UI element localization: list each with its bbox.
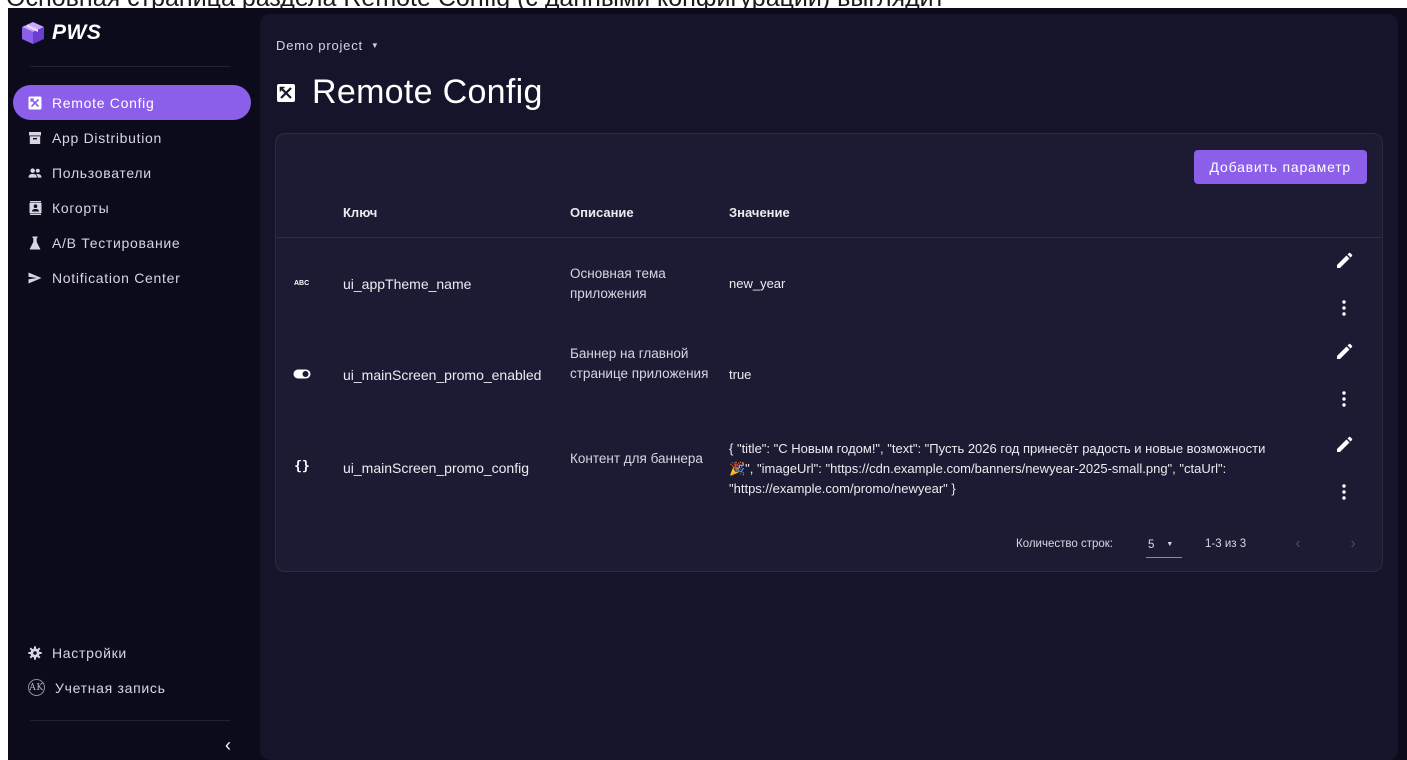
parameter-value: { "title": "С Новым годом!", "text": "Пу… — [729, 441, 1266, 496]
parameter-value: new_year — [729, 276, 786, 291]
svg-text:ABC: ABC — [294, 280, 309, 287]
project-name: Demo project — [276, 38, 363, 53]
column-header-value[interactable]: Значение — [729, 205, 790, 220]
boolean-toggle-icon — [292, 369, 312, 379]
users-icon — [28, 166, 42, 180]
rows-per-page-select[interactable]: 5 ▼ — [1146, 532, 1182, 558]
sidebar-nav: Remote Config App Distribution Пользоват… — [13, 85, 251, 295]
sidebar-divider — [30, 66, 230, 67]
column-header-key[interactable]: Ключ — [343, 205, 377, 220]
sidebar-item-users[interactable]: Пользователи — [13, 155, 251, 190]
more-options-icon[interactable] — [1332, 480, 1356, 504]
parameter-description: Контент для баннера — [570, 451, 703, 466]
archive-icon — [28, 131, 42, 145]
sidebar-item-label: Remote Config — [52, 94, 155, 111]
avatar: AK — [28, 679, 45, 696]
sidebar-item-ab-testing[interactable]: A/B Тестирование — [13, 225, 251, 260]
page-title-text: Remote Config — [312, 73, 543, 111]
parameters-table-card: Добавить параметр Ключ Описание Значение… — [275, 133, 1383, 572]
more-options-icon[interactable] — [1332, 296, 1356, 320]
sidebar-item-label: Учетная запись — [55, 679, 166, 696]
parameter-key: ui_mainScreen_promo_config — [343, 460, 529, 476]
pagination-range: 1-3 из 3 — [1205, 538, 1247, 550]
sidebar-item-label: Настройки — [52, 644, 127, 661]
contacts-icon — [28, 200, 42, 215]
edit-icon[interactable] — [1332, 249, 1356, 273]
table-row[interactable]: {} ui_mainScreen_promo_config Контент дл… — [276, 422, 1384, 514]
edit-icon[interactable] — [1332, 433, 1356, 457]
send-icon — [28, 271, 42, 285]
table-row[interactable]: ui_mainScreen_promo_enabled Баннер на гл… — [276, 330, 1384, 422]
sidebar-item-label: App Distribution — [52, 129, 163, 146]
chevron-down-icon: ▼ — [370, 41, 380, 50]
collapse-sidebar-button[interactable]: ‹ — [218, 735, 238, 755]
box-logo-icon — [22, 22, 44, 44]
project-selector[interactable]: Demo project ▼ — [276, 38, 380, 53]
parameter-description: Основная тема приложения — [570, 266, 666, 301]
sidebar-item-label: Пользователи — [52, 164, 152, 181]
remote-config-icon — [28, 96, 42, 110]
edit-icon[interactable] — [1332, 340, 1356, 364]
sidebar-item-settings[interactable]: Настройки — [13, 635, 251, 670]
add-parameter-button[interactable]: Добавить параметр — [1193, 150, 1367, 184]
flask-icon — [28, 236, 42, 250]
sidebar: PWS Remote Config App Distribution Польз… — [8, 8, 260, 760]
main-panel: Demo project ▼ Remote Config Добавить па… — [260, 14, 1398, 760]
page-title: Remote Config — [276, 73, 543, 112]
sidebar-item-app-distribution[interactable]: App Distribution — [13, 120, 251, 155]
sidebar-bottom-nav: Настройки AK Учетная запись — [13, 635, 251, 705]
text-type-icon: ABC — [292, 277, 312, 287]
json-braces-icon: {} — [294, 459, 310, 474]
previous-page-icon[interactable]: ‹ — [1288, 534, 1308, 554]
logo[interactable]: PWS — [20, 20, 101, 46]
sidebar-item-label: A/B Тестирование — [52, 234, 181, 251]
column-header-description[interactable]: Описание — [570, 205, 634, 220]
parameter-description: Баннер на главной странице приложения — [570, 346, 709, 381]
rows-per-page-label: Количество строк: — [1016, 538, 1113, 550]
parameter-value: true — [729, 367, 752, 382]
sidebar-divider — [30, 720, 230, 721]
chevron-down-icon: ▼ — [1166, 541, 1174, 548]
parameter-key: ui_mainScreen_promo_enabled — [343, 367, 542, 383]
sidebar-item-label: Когорты — [52, 199, 110, 216]
parameter-key: ui_appTheme_name — [343, 276, 472, 292]
app-window: PWS Remote Config App Distribution Польз… — [8, 8, 1407, 760]
sidebar-item-account[interactable]: AK Учетная запись — [13, 670, 251, 705]
table-pagination: Количество строк: 5 ▼ 1-3 из 3 ‹ › — [276, 530, 1382, 560]
rows-per-page-value: 5 — [1148, 538, 1155, 551]
next-page-icon[interactable]: › — [1343, 534, 1363, 554]
remote-config-icon — [277, 83, 295, 102]
sidebar-item-cohorts[interactable]: Когорты — [13, 190, 251, 225]
more-options-icon[interactable] — [1332, 387, 1356, 411]
table-row[interactable]: ABC ui_appTheme_name Основная тема прило… — [276, 238, 1384, 330]
sidebar-item-notification-center[interactable]: Notification Center — [13, 260, 251, 295]
gear-icon — [28, 645, 42, 660]
sidebar-item-label: Notification Center — [52, 269, 181, 286]
sidebar-item-remote-config[interactable]: Remote Config — [13, 85, 251, 120]
logo-text: PWS — [52, 21, 102, 44]
